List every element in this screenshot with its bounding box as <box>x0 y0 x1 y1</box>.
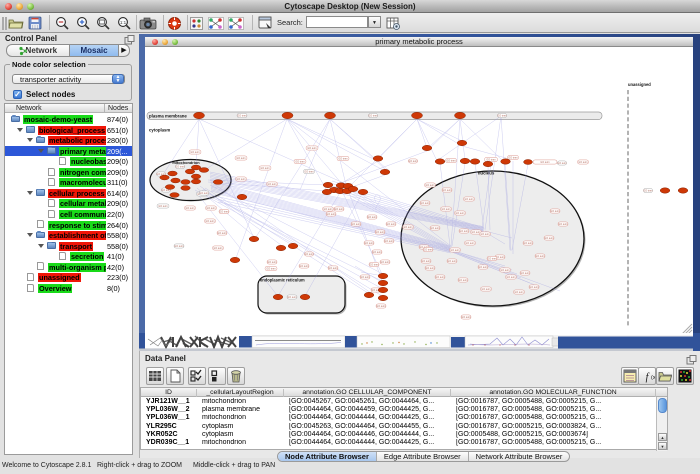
svg-text:GO·term: GO·term <box>446 160 455 163</box>
svg-text:plasma membrane: plasma membrane <box>149 114 187 119</box>
svg-text:GO·term: GO·term <box>199 192 208 195</box>
svg-text:GO·term: GO·term <box>480 233 489 236</box>
svg-text:GO·term: GO·term <box>481 288 490 291</box>
svg-text:GO·term: GO·term <box>307 147 316 150</box>
svg-text:GO·term: GO·term <box>364 242 373 245</box>
svg-text:GO·term: GO·term <box>487 258 496 261</box>
svg-text:GO·term: GO·term <box>550 210 559 213</box>
svg-text:GO·term: GO·term <box>514 291 523 294</box>
svg-text:GO·term: GO·term <box>299 265 308 268</box>
svg-text:GO·term: GO·term <box>185 207 194 210</box>
svg-text:GO·term: GO·term <box>206 207 215 210</box>
svg-text:GO·term: GO·term <box>557 162 566 165</box>
svg-text:GO·term: GO·term <box>267 261 276 264</box>
svg-text:GO·term: GO·term <box>529 286 538 289</box>
svg-text:GO·term: GO·term <box>408 160 417 163</box>
svg-text:GO·term: GO·term <box>403 226 412 229</box>
svg-text:GO·term: GO·term <box>461 316 470 319</box>
svg-text:GO·term: GO·term <box>380 261 389 264</box>
svg-text:GO·term: GO·term <box>544 237 553 240</box>
svg-text:GO·term: GO·term <box>425 267 434 270</box>
svg-text:GO·term: GO·term <box>508 157 517 160</box>
svg-text:GO·term: GO·term <box>643 190 652 193</box>
svg-text:GO·term: GO·term <box>447 260 456 263</box>
svg-text:GO·term: GO·term <box>535 255 544 258</box>
svg-text:GO·term: GO·term <box>175 166 184 169</box>
svg-text:GO·term: GO·term <box>219 211 228 214</box>
svg-text:GO·term: GO·term <box>425 184 434 187</box>
svg-text:GO·term: GO·term <box>375 231 384 234</box>
svg-text:GO·term: GO·term <box>442 189 451 192</box>
svg-text:GO·term: GO·term <box>334 208 343 211</box>
svg-text:GO·term: GO·term <box>367 216 376 219</box>
svg-text:GO·term: GO·term <box>338 158 347 161</box>
svg-text:GO·term: GO·term <box>523 242 532 245</box>
svg-text:nucleus: nucleus <box>478 171 495 176</box>
svg-text:GO·term: GO·term <box>455 212 464 215</box>
svg-text:GO·term: GO·term <box>174 245 183 248</box>
svg-text:GO·term: GO·term <box>237 115 246 118</box>
svg-text:GO·term: GO·term <box>520 272 529 275</box>
svg-text:GO·term: GO·term <box>326 213 335 216</box>
svg-text:cytoplasm: cytoplasm <box>149 128 170 133</box>
svg-text:GO·term: GO·term <box>540 161 549 164</box>
svg-text:GO·term: GO·term <box>464 198 473 201</box>
svg-text:GO·term: GO·term <box>158 205 167 208</box>
svg-text:GO·term: GO·term <box>236 178 245 181</box>
svg-text:GO·term: GO·term <box>506 276 515 279</box>
svg-text:GO·term: GO·term <box>435 276 444 279</box>
svg-text:GO·term: GO·term <box>478 266 487 269</box>
svg-text:(x): (x) <box>651 375 655 381</box>
svg-text:GO·term: GO·term <box>304 253 313 256</box>
svg-text:GO·term: GO·term <box>236 157 245 160</box>
svg-text:GO·term: GO·term <box>421 260 430 263</box>
svg-text:GO·term: GO·term <box>465 242 474 245</box>
svg-text:GO·term: GO·term <box>351 223 360 226</box>
svg-text:GO·term: GO·term <box>328 267 337 270</box>
svg-text:GO·term: GO·term <box>430 227 439 230</box>
svg-text:GO·term: GO·term <box>267 183 276 186</box>
svg-text:GO·term: GO·term <box>205 220 214 223</box>
svg-text:GO·term: GO·term <box>368 115 377 118</box>
svg-text:f: f <box>646 372 650 383</box>
svg-text:GO·term: GO·term <box>558 223 567 226</box>
svg-text:1:1: 1:1 <box>120 20 127 25</box>
svg-text:GO·term: GO·term <box>459 230 468 233</box>
svg-text:unassigned: unassigned <box>628 82 651 87</box>
svg-text:GO·term: GO·term <box>323 208 332 211</box>
svg-text:GO·term: GO·term <box>372 251 381 254</box>
svg-text:GO·term: GO·term <box>217 232 226 235</box>
svg-text:GO·term: GO·term <box>287 296 296 299</box>
svg-text:GO·term: GO·term <box>500 269 509 272</box>
svg-text:GO·term: GO·term <box>266 268 275 271</box>
svg-text:GO·term: GO·term <box>423 249 432 252</box>
svg-text:GO·term: GO·term <box>578 161 587 164</box>
svg-text:GO·term: GO·term <box>458 279 467 282</box>
svg-text:GO·term: GO·term <box>376 305 385 308</box>
svg-text:GO·term: GO·term <box>190 151 199 154</box>
svg-text:GO·term: GO·term <box>360 276 369 279</box>
svg-text:GO·term: GO·term <box>420 202 429 205</box>
svg-text:GO·term: GO·term <box>304 171 313 174</box>
svg-text:GO·term: GO·term <box>384 240 393 243</box>
svg-text:GO·term: GO·term <box>441 208 450 211</box>
svg-text:GO·term: GO·term <box>260 167 269 170</box>
svg-text:GO·term: GO·term <box>450 249 459 252</box>
svg-text:GO·term: GO·term <box>213 247 222 250</box>
svg-text:GO·term: GO·term <box>295 161 304 164</box>
svg-text:GO·term: GO·term <box>386 223 395 226</box>
svg-text:GO·term: GO·term <box>369 264 378 267</box>
svg-text:GO·term: GO·term <box>497 115 506 118</box>
